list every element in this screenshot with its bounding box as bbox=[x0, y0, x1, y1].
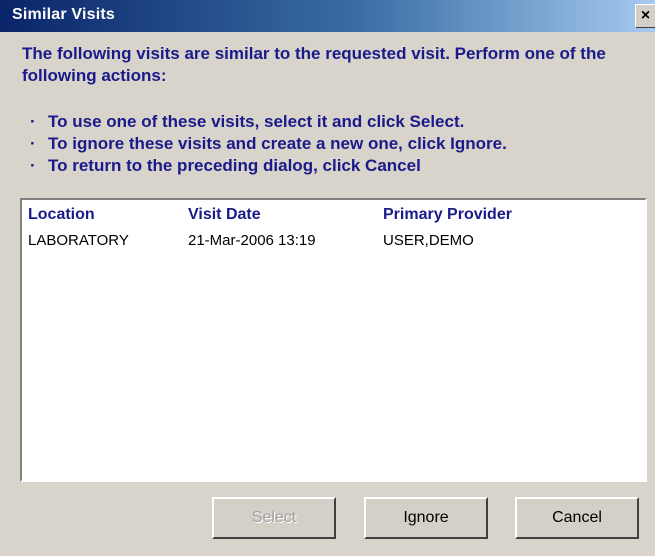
title-bar: Similar Visits × bbox=[0, 0, 655, 32]
instructions-list: · To use one of these visits, select it a… bbox=[30, 111, 645, 177]
column-header-visit-date[interactable]: Visit Date bbox=[188, 206, 261, 224]
bullet-icon: · bbox=[30, 112, 36, 131]
cell-visit-date: 21-Mar-2006 13:19 bbox=[188, 232, 316, 249]
close-icon: × bbox=[640, 7, 651, 24]
cell-location: LABORATORY bbox=[28, 232, 129, 249]
table-row[interactable]: LABORATORY 21-Mar-2006 13:19 USER,DEMO bbox=[22, 232, 645, 254]
cell-primary-provider: USER,DEMO bbox=[383, 232, 474, 249]
similar-visits-dialog: Similar Visits × The following visits ar… bbox=[0, 0, 655, 556]
intro-text: The following visits are similar to the … bbox=[22, 44, 606, 85]
dialog-title: Similar Visits bbox=[12, 6, 116, 23]
instruction-text: To return to the preceding dialog, click… bbox=[48, 156, 421, 175]
bullet-icon: · bbox=[30, 134, 36, 153]
instruction-text: To ignore these visits and create a new … bbox=[48, 134, 507, 153]
ignore-button[interactable]: Ignore bbox=[364, 497, 488, 539]
instruction-text: To use one of these visits, select it an… bbox=[48, 112, 465, 131]
visits-list[interactable]: Location Visit Date Primary Provider LAB… bbox=[20, 198, 647, 482]
close-button[interactable]: × bbox=[635, 4, 655, 28]
select-button[interactable]: Select bbox=[212, 497, 336, 539]
instruction-item: · To use one of these visits, select it a… bbox=[30, 111, 645, 133]
cancel-button[interactable]: Cancel bbox=[515, 497, 639, 539]
instruction-item: · To return to the preceding dialog, clic… bbox=[30, 155, 645, 177]
bullet-icon: · bbox=[30, 156, 36, 175]
column-header-primary-provider[interactable]: Primary Provider bbox=[383, 206, 512, 224]
column-header-location[interactable]: Location bbox=[28, 206, 95, 224]
instruction-item: · To ignore these visits and create a new… bbox=[30, 133, 645, 155]
